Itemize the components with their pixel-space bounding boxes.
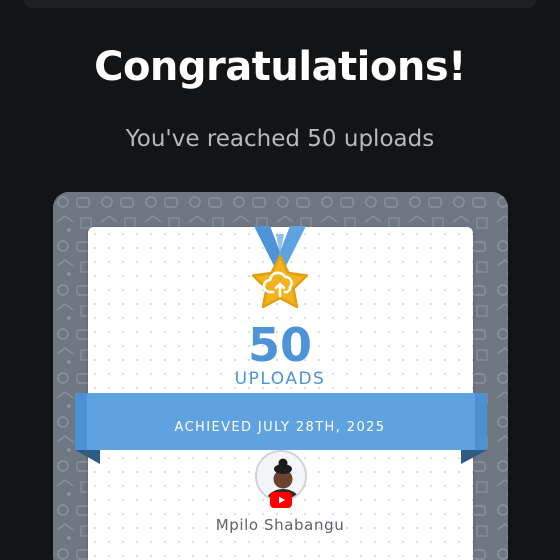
page-title: Congratulations! xyxy=(94,44,466,90)
top-edge-strip xyxy=(24,0,536,8)
star-icon xyxy=(251,254,309,309)
user-name: Mpilo Shabangu xyxy=(215,516,345,534)
page-subtitle: You've reached 50 uploads xyxy=(125,126,435,152)
achieved-date: ACHIEVED JULY 28TH, 2025 xyxy=(174,420,386,435)
upload-count: 50 xyxy=(247,318,312,372)
medal xyxy=(251,226,309,309)
youtube-icon xyxy=(270,492,292,508)
upload-unit-label: UPLOADS xyxy=(234,369,326,389)
